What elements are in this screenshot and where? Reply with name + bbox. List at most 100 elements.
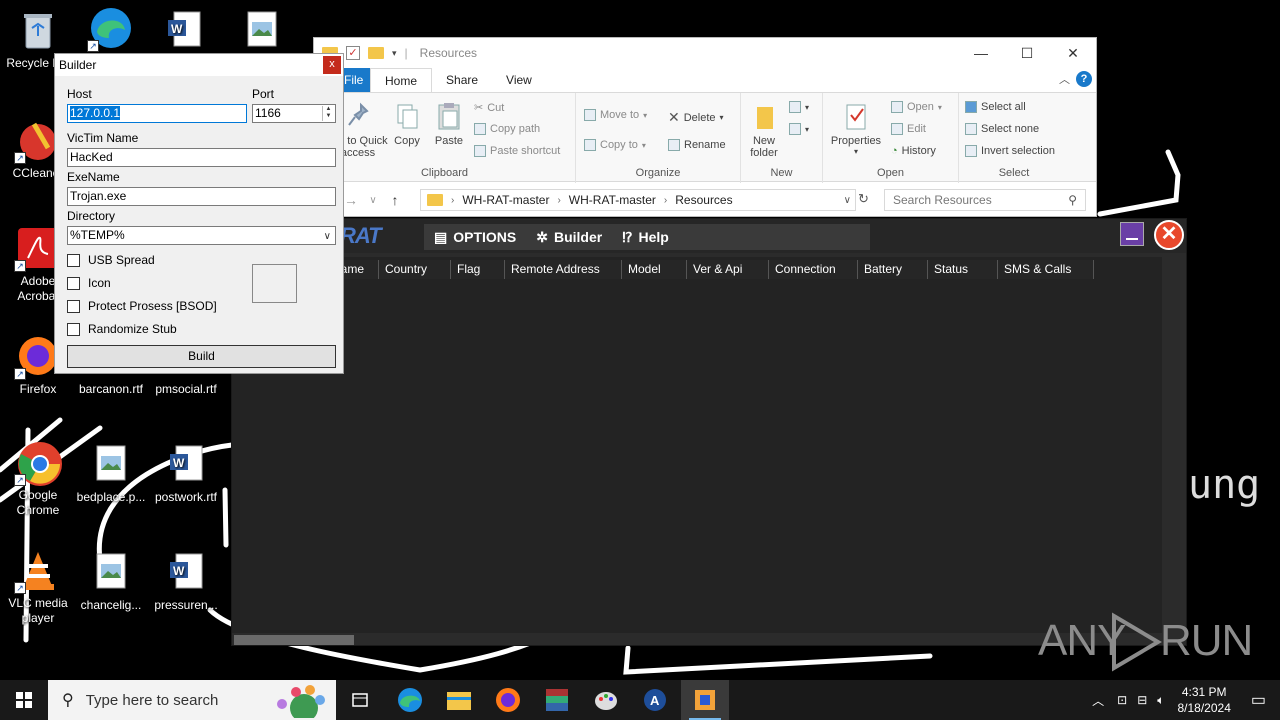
taskbar-paint[interactable] xyxy=(582,680,630,720)
start-button[interactable] xyxy=(0,680,48,720)
minimize-button[interactable]: — xyxy=(958,38,1004,68)
protect-process-checkbox[interactable]: Protect Prosess [BSOD] xyxy=(67,299,217,313)
explorer-titlebar[interactable]: ✓ ▾ | Resources — ☐ ✕ xyxy=(314,38,1096,68)
clients-list[interactable]: Name Country Flag Remote Address Model V… xyxy=(232,257,1162,645)
file-explorer-window[interactable]: ✓ ▾ | Resources — ☐ ✕ File Home Share Vi… xyxy=(313,37,1097,217)
paste-shortcut-button[interactable]: Paste shortcut xyxy=(474,145,560,157)
col-sms-calls[interactable]: SMS & Calls xyxy=(998,260,1094,279)
icon-preview[interactable] xyxy=(252,264,297,303)
build-button[interactable]: Build xyxy=(67,345,336,368)
vertical-scrollbar[interactable] xyxy=(1162,257,1186,645)
icon-checkbox[interactable]: Icon xyxy=(67,276,111,290)
open-button[interactable]: Open ▾ xyxy=(891,101,942,113)
address-bar[interactable]: › WH-RAT-master › WH-RAT-master › Resour… xyxy=(420,189,856,211)
close-button[interactable]: ✕ xyxy=(1050,38,1096,68)
edit-button[interactable]: Edit xyxy=(891,123,926,135)
col-battery[interactable]: Battery xyxy=(858,260,928,279)
select-none-button[interactable]: Select none xyxy=(965,123,1039,135)
builder-dialog[interactable]: Builder x Host 127.0.0.1 Port 1166 ▲ ▼ Vi… xyxy=(54,53,344,374)
breadcrumb-item[interactable]: Resources xyxy=(675,193,732,207)
rename-button[interactable]: Rename xyxy=(668,139,726,151)
tab-share[interactable]: Share xyxy=(432,68,492,92)
usb-spread-checkbox[interactable]: USB Spread xyxy=(67,253,155,267)
desktop-icon-postwork[interactable]: W postwork.rtf xyxy=(148,442,224,505)
rat-main-window[interactable]: RAT ▤ OPTIONS ✲ Builder ⁉ Help ✕ Name Count… xyxy=(231,218,1187,646)
taskbar-edge[interactable] xyxy=(386,680,434,720)
search-input[interactable]: Search Resources ⚲ xyxy=(884,189,1086,211)
breadcrumb-item[interactable]: WH-RAT-master xyxy=(569,193,656,207)
col-connection[interactable]: Connection xyxy=(769,260,858,279)
taskbar-firefox[interactable] xyxy=(484,680,532,720)
menu-builder[interactable]: ✲ Builder xyxy=(526,229,612,246)
menu-options[interactable]: ▤ OPTIONS xyxy=(424,229,526,246)
port-stepper[interactable]: 1166 ▲ ▼ xyxy=(252,104,336,123)
desktop-icon-edge[interactable]: ↗ xyxy=(73,6,149,54)
col-flag[interactable]: Flag xyxy=(451,260,505,279)
invert-selection-button[interactable]: Invert selection xyxy=(965,145,1055,157)
taskbar-file-explorer[interactable] xyxy=(435,680,483,720)
victim-name-field[interactable]: HacKed xyxy=(67,148,336,167)
desktop-icon-chrome[interactable]: ↗ Google Chrome xyxy=(0,440,76,518)
col-country[interactable]: Country xyxy=(379,260,451,279)
windows-icon xyxy=(16,692,32,708)
move-to-button[interactable]: Move to ▾ xyxy=(584,109,647,121)
breadcrumb-item[interactable]: WH-RAT-master xyxy=(462,193,549,207)
rat-close-button[interactable]: ✕ xyxy=(1154,220,1184,250)
tab-home[interactable]: Home xyxy=(370,68,433,92)
cut-button[interactable]: ✂ Cut xyxy=(474,101,504,115)
help-icon[interactable]: ? xyxy=(1076,71,1092,87)
maximize-button[interactable]: ☐ xyxy=(1004,38,1050,68)
history-button[interactable]: ◔ History xyxy=(891,145,936,157)
randomize-stub-checkbox[interactable]: Randomize Stub xyxy=(67,322,177,336)
new-folder-button[interactable]: New folder xyxy=(747,101,781,159)
scrollbar-thumb[interactable] xyxy=(234,635,354,645)
builder-close-button[interactable]: x xyxy=(323,56,341,74)
easy-access-button[interactable]: ▾ xyxy=(789,123,809,135)
desktop-icon-image-file[interactable] xyxy=(224,8,300,56)
address-dropdown-icon[interactable]: ∨ xyxy=(844,195,851,206)
col-model[interactable]: Model xyxy=(622,260,687,279)
taskbar-rat-app[interactable] xyxy=(681,680,729,720)
network-icon[interactable]: ⊟ xyxy=(1137,693,1147,707)
desktop-icon-bedplace[interactable]: bedplace.p... xyxy=(73,442,149,505)
properties-button[interactable]: Properties ▾ xyxy=(827,101,885,156)
customize-qa-icon[interactable]: ▾ xyxy=(392,48,397,59)
exe-name-field[interactable]: Trojan.exe xyxy=(67,187,336,206)
defender-icon[interactable]: ⊡ xyxy=(1117,693,1127,707)
copy-path-button[interactable]: Copy path xyxy=(474,123,540,135)
desktop-icon-vlc[interactable]: ↗ VLC media player xyxy=(0,548,76,626)
collapse-ribbon-icon[interactable]: ︿ xyxy=(1059,71,1070,87)
col-remote-address[interactable]: Remote Address xyxy=(505,260,622,279)
desktop-icon-word-doc[interactable]: W xyxy=(146,8,222,56)
tab-view[interactable]: View xyxy=(492,68,546,92)
up-icon[interactable]: ↑ xyxy=(384,192,406,208)
select-all-button[interactable]: Select all xyxy=(965,101,1026,113)
properties-quick-icon[interactable]: ✓ xyxy=(346,46,360,60)
copy-to-button[interactable]: Copy to ▾ xyxy=(584,139,646,151)
port-spin-icon[interactable]: ▲ ▼ xyxy=(322,106,334,121)
paste-button[interactable]: Paste xyxy=(432,101,466,147)
task-view-button[interactable] xyxy=(336,680,384,720)
recent-locations-icon[interactable]: ∨ xyxy=(362,195,384,206)
taskbar-winrar[interactable] xyxy=(533,680,581,720)
taskbar-search-input[interactable]: ⚲ Type here to search xyxy=(48,680,336,720)
menu-help[interactable]: ⁉ Help xyxy=(612,229,679,246)
new-item-button[interactable]: ▾ xyxy=(789,101,809,113)
volume-icon[interactable]: 🔈︎ xyxy=(1157,693,1164,708)
notification-icon[interactable]: ▭ xyxy=(1251,690,1266,710)
taskbar-app[interactable]: A xyxy=(631,680,679,720)
new-folder-quick-icon[interactable] xyxy=(368,47,384,59)
directory-select[interactable]: %TEMP% ∨ xyxy=(67,226,336,245)
refresh-icon[interactable]: ↻ xyxy=(858,191,869,207)
desktop-icon-pressuren[interactable]: W pressuren... xyxy=(148,550,224,613)
host-field[interactable]: 127.0.0.1 xyxy=(67,104,247,123)
chevron-up-icon[interactable]: ︿ xyxy=(1092,692,1104,709)
delete-button[interactable]: ✕ Delete ▾ xyxy=(668,109,724,126)
copy-button[interactable]: Copy xyxy=(392,101,422,147)
clock[interactable]: 4:31 PM 8/18/2024 xyxy=(1177,684,1230,716)
rat-minimize-button[interactable] xyxy=(1120,222,1144,246)
horizontal-scrollbar[interactable] xyxy=(232,633,1162,645)
col-ver-api[interactable]: Ver & Api xyxy=(687,260,769,279)
desktop-icon-chancelig[interactable]: chancelig... xyxy=(73,550,149,613)
col-status[interactable]: Status xyxy=(928,260,998,279)
